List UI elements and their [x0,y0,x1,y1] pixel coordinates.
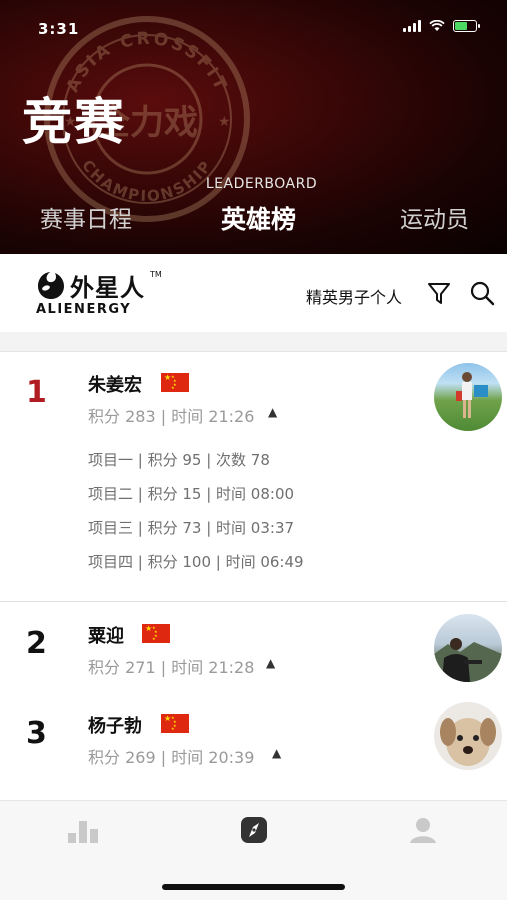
athlete-avatar[interactable] [434,363,502,431]
logo-chinese: 外星人 [70,274,145,302]
alien-logo-icon [38,272,64,299]
chart-icon[interactable] [66,815,100,845]
hero-banner: ASIA CROSSFIT CHAMPIONSHIP 全力戏 ★ ★ 3:31 … [0,0,507,254]
event-detail: 项目四 | 积分 100 | 时间 06:49 [88,553,304,571]
leaderboard-list: 1 朱姜宏 ★ ★ ★ ★ ★ 积分 283 | 时间 21:26 ▲ 项目一 | 积分… [0,353,507,796]
athlete-avatar[interactable] [434,702,502,770]
rank-number: 3 [26,716,47,751]
logo-trademark: TM [150,270,162,279]
chevron-up-icon[interactable]: ▲ [272,746,281,760]
score-summary: 积分 269 | 时间 20:39 [88,748,255,767]
score-summary: 积分 271 | 时间 21:28 [88,658,255,677]
status-bar: 3:31 [0,0,507,46]
athlete-name: 朱姜宏 [88,375,142,396]
logo-english: ALIENERGY [36,302,132,317]
china-flag-icon: ★ ★ ★ ★ ★ [161,714,189,733]
event-detail: 项目三 | 积分 73 | 时间 03:37 [88,519,295,537]
svg-text:★: ★ [218,114,231,130]
section-divider [0,332,507,352]
chevron-up-icon[interactable]: ▲ [268,405,277,419]
profile-icon[interactable] [406,815,440,845]
leaderboard-row[interactable]: 3 杨子勃 ★ ★ ★ ★ ★ 积分 269 | 时间 20:39 ▲ [0,696,507,796]
score-summary: 积分 283 | 时间 21:26 [88,407,255,426]
athlete-avatar[interactable] [434,614,502,682]
china-flag-icon: ★ ★ ★ ★ ★ [161,373,189,392]
active-tab-subtitle: LEADERBOARD [205,176,318,192]
battery-icon [453,20,480,32]
compass-icon[interactable] [237,815,271,845]
status-time: 3:31 [38,20,80,38]
athlete-name: 粟迎 [88,626,124,647]
athlete-name: 杨子勃 [88,716,142,737]
signal-icon [403,20,421,32]
chevron-up-icon[interactable]: ▲ [266,656,275,670]
tab-leaderboard[interactable]: 英雄榜 [221,200,296,236]
home-indicator[interactable] [162,884,345,890]
rank-number: 2 [26,626,47,661]
rank-number: 1 [26,375,47,410]
brand-filter-bar: 外星人 TM ALIENERGY 精英男子个人 [0,254,507,332]
leaderboard-row[interactable]: 2 粟迎 ★ ★ ★ ★ ★ 积分 271 | 时间 21:28 ▲ [0,602,507,696]
tab-schedule[interactable]: 赛事日程 [40,200,132,234]
page-title: 竞赛 [22,93,126,151]
division-filter-label[interactable]: 精英男子个人 [306,284,402,308]
china-flag-icon: ★ ★ ★ ★ ★ [142,624,170,643]
event-detail: 项目一 | 积分 95 | 次数 78 [88,451,270,469]
wifi-icon [429,20,445,31]
alienergy-logo: 外星人 TM ALIENERGY [34,268,164,322]
filter-icon[interactable] [426,280,452,306]
competition-tabs: 赛事日程 英雄榜 运动员 [0,200,507,240]
tab-athletes[interactable]: 运动员 [400,200,469,234]
leaderboard-row[interactable]: 1 朱姜宏 ★ ★ ★ ★ ★ 积分 283 | 时间 21:26 ▲ 项目一 | 积分… [0,353,507,602]
search-icon[interactable] [469,280,495,306]
status-indicators [403,20,480,32]
event-detail: 项目二 | 积分 15 | 时间 08:00 [88,485,295,503]
